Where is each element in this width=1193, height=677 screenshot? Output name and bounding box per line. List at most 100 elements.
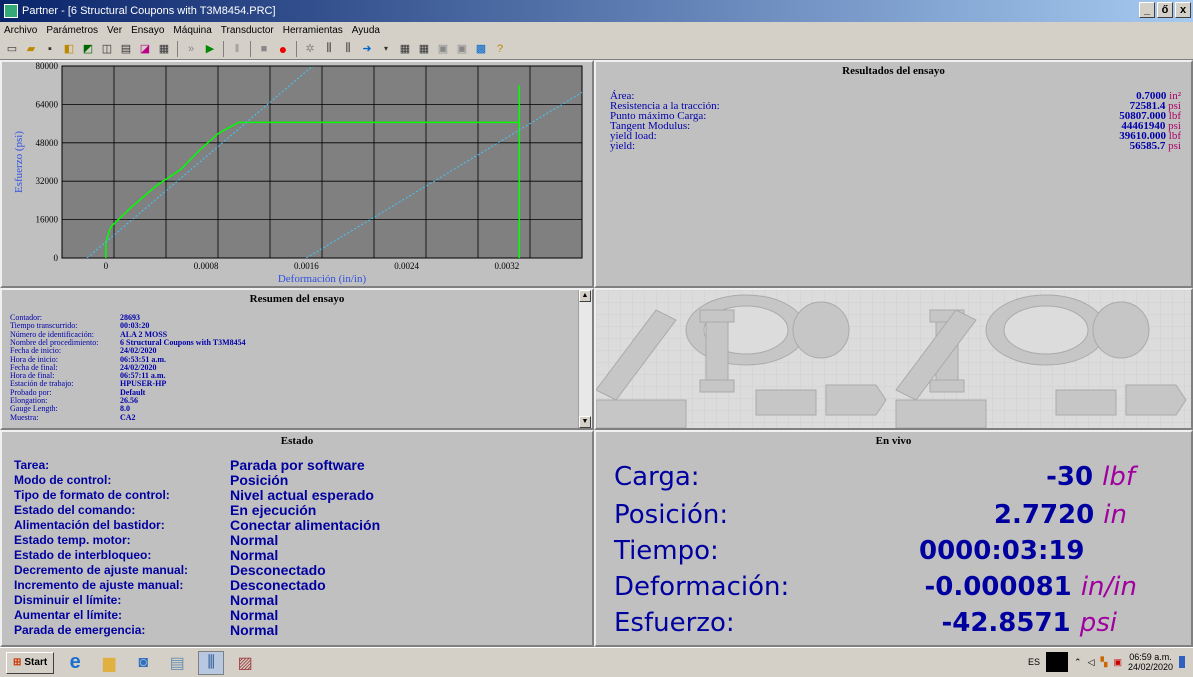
title-bar: Partner - [6 Structural Coupons with T3M… [0,0,1193,22]
y-tick-label: 32000 [36,176,59,186]
status-value: Desconectado [230,577,326,593]
live-number: 0000:03:19 [919,536,1085,566]
calculator-icon[interactable]: ▤ [164,651,190,675]
shield-icon[interactable]: ▣ [1113,657,1122,668]
media-player-icon[interactable]: ◙ [130,651,156,675]
display-icon[interactable]: ▩ [473,41,489,57]
print-icon[interactable]: ▤ [118,41,134,57]
status-label: Alimentación del bastidor: [14,518,165,532]
volume-icon[interactable]: ◁ [1088,657,1095,668]
clock[interactable]: 06:59 a.m. 24/02/2020 [1128,652,1173,672]
live-value: 2.7720 in [994,500,1127,530]
menu-archivo[interactable]: Archivo [4,25,37,36]
x-tick-label: 0 [104,261,109,271]
live-number: -42.8571 [941,608,1071,638]
result-row: Área: 0.7000 in² [610,90,1181,102]
live-label: Tiempo: [614,536,719,566]
network-icon[interactable]: ▚ [1101,657,1108,668]
zero-icon[interactable]: ✲ [302,41,318,57]
up-arrow-icon[interactable]: ⌃ [1074,657,1082,668]
result-label: yield: [610,140,636,152]
play-icon[interactable]: ▶ [202,41,218,57]
live-value: -42.8571 psi [941,608,1117,638]
restore-button[interactable]: ő [1157,2,1173,18]
live-title: En vivo [875,435,912,447]
chart-panel: 0 16000 32000 48000 64000 80000 0 0.0008 0.0016 0… [0,60,594,288]
window-icon[interactable]: ▣ [435,41,451,57]
method-icon[interactable]: ◩ [80,41,96,57]
menu-maquina[interactable]: Máquina [173,25,211,36]
start-label: Start [24,657,48,668]
minimize-button[interactable]: _ [1139,2,1155,18]
jog-icon[interactable]: ⫼ [340,41,356,57]
print-preview-icon[interactable]: ◫ [99,41,115,57]
go-arrow-icon[interactable]: ➜ [359,41,375,57]
dropdown-icon[interactable]: ▾ [378,41,394,57]
scroll-down-icon[interactable]: ▼ [579,416,591,428]
status-value: Normal [230,592,279,608]
live-value: 0000:03:19 [919,536,1085,566]
new-file-icon[interactable]: ▭ [4,41,20,57]
pause-icon[interactable]: ‖ [229,41,245,57]
save-icon[interactable]: ▪ [42,41,58,57]
status-label: Decremento de ajuste manual: [14,563,189,577]
scroll-up-icon[interactable]: ▲ [579,290,591,302]
report-icon[interactable]: ◪ [137,41,153,57]
live-unit: in/in [1080,572,1137,602]
language-indicator[interactable]: ES [1028,657,1040,667]
start-button[interactable]: ⊞ Start [6,651,55,674]
logo-graphic-panel [594,288,1193,430]
menu-ensayo[interactable]: Ensayo [131,25,164,36]
window-alt-icon[interactable]: ▣ [454,41,470,57]
menu-ayuda[interactable]: Ayuda [352,25,380,36]
status-label: Tarea: [14,458,50,472]
grid-alt-icon[interactable]: ▦ [416,41,432,57]
status-label: Aumentar el límite: [14,608,123,622]
grid-icon[interactable]: ▦ [397,41,413,57]
live-value: -0.000081 in/in [924,572,1137,602]
menu-ver[interactable]: Ver [107,25,122,36]
x-axis-label: Deformación (in/in) [278,273,367,285]
balance-icon[interactable]: ⫼ [321,41,337,57]
app-icon [4,4,18,18]
results-panel: Resultados del ensayo Área: 0.7000 in² Res… [594,60,1193,288]
y-axis-label: Esfuerzo (psi) [13,131,25,193]
ie-browser-icon[interactable]: e [62,651,88,675]
summary-scrollbar[interactable]: ▲ ▼ [578,290,592,428]
record-icon[interactable]: ● [275,41,291,57]
live-row: Carga: -30 lbf [614,462,1159,500]
chart-app-icon[interactable]: ▨ [232,651,258,675]
stop-icon[interactable]: ■ [256,41,272,57]
menu-transductor[interactable]: Transductor [221,25,274,36]
status-label: Incremento de ajuste manual: [14,578,184,592]
system-tray: ES ⌃ ◁ ▚ ▣ 06:59 a.m. 24/02/2020 [1028,652,1185,672]
show-desktop-icon[interactable] [1179,656,1185,668]
result-row: yield: 56585.7 psi [610,140,1181,152]
windows-logo-icon: ⊞ [13,657,22,668]
status-value: Desconectado [230,562,326,578]
results-title: Resultados del ensayo [842,65,945,77]
fast-forward-icon[interactable]: » [183,41,199,57]
x-tick-label: 0.0024 [394,261,419,271]
close-button[interactable]: x [1175,2,1191,18]
live-number: -30 [1046,462,1094,492]
export-icon[interactable]: ▦ [156,41,172,57]
open-test-icon[interactable]: ◧ [61,41,77,57]
toolbar-separator [250,40,251,57]
clock-date: 24/02/2020 [1127,662,1173,672]
menu-parametros[interactable]: Parámetros [46,25,98,36]
partner-app-icon[interactable]: ⫼ [198,650,225,675]
y-tick-label: 80000 [36,62,59,71]
status-value: Posición [230,472,289,488]
toolbar-separator [177,40,178,57]
file-explorer-icon[interactable]: ▆ [96,651,122,675]
window-title: Partner - [6 Structural Coupons with T3M… [22,5,276,17]
menu-herramientas[interactable]: Herramientas [283,25,343,36]
result-value: 56585.7 psi [1130,140,1181,152]
x-tick-label: 0.0008 [194,261,219,271]
status-value: Nivel actual esperado [230,487,374,503]
help-icon[interactable]: ? [492,41,508,57]
stress-strain-chart: 0 16000 32000 48000 64000 80000 0 0.0008 0.0016 0… [13,62,583,285]
open-folder-icon[interactable]: ▰ [23,41,39,57]
toolbar: ▭ ▰ ▪ ◧ ◩ ◫ ▤ ◪ ▦ » ▶ ‖ ■ ● ✲ ⫼ ⫼ ➜ ▾ ▦ … [0,38,1193,60]
